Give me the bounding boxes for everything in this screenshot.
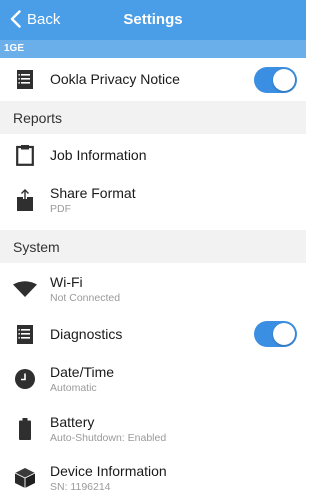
diagnostics-toggle[interactable] (254, 321, 297, 347)
privacy-notice-row[interactable]: Ookla Privacy Notice (0, 58, 306, 101)
toggle-knob (273, 323, 295, 345)
date-time-value: Automatic (50, 381, 97, 394)
device-information-row[interactable]: Device Information SN: 1196214 (0, 453, 306, 497)
device-subbar: 1GE (0, 40, 306, 58)
clipboard-icon (0, 144, 50, 166)
back-label: Back (27, 10, 61, 28)
document-icon (0, 324, 50, 344)
date-time-row[interactable]: Date/Time Automatic (0, 353, 306, 405)
job-information-label: Job Information (50, 146, 147, 163)
wifi-label: Wi-Fi (50, 273, 83, 290)
share-icon (0, 189, 50, 211)
cube-icon (0, 467, 50, 489)
battery-icon (0, 418, 50, 440)
date-time-label: Date/Time (50, 363, 115, 380)
battery-label: Battery (50, 413, 95, 430)
wifi-icon (0, 281, 50, 297)
chevron-left-icon (10, 10, 21, 28)
battery-row[interactable]: Battery Auto-Shutdown: Enabled (0, 405, 306, 453)
privacy-notice-toggle[interactable] (254, 66, 297, 93)
device-serial-number: SN: 1196214 (50, 480, 111, 493)
navigation-bar: Back Settings (0, 0, 306, 40)
share-format-row[interactable]: Share Format PDF (0, 176, 306, 224)
job-information-row[interactable]: Job Information (0, 134, 306, 176)
section-header-reports: Reports (0, 101, 306, 134)
wifi-row[interactable]: Wi-Fi Not Connected (0, 263, 306, 315)
back-button[interactable]: Back (10, 10, 60, 28)
wifi-status: Not Connected (50, 291, 121, 304)
document-icon (0, 70, 50, 89)
share-format-value: PDF (50, 202, 71, 215)
diagnostics-row[interactable]: Diagnostics (0, 315, 306, 353)
share-format-label: Share Format (50, 184, 136, 201)
clock-icon (0, 369, 50, 389)
section-header-system: System (0, 230, 306, 263)
toggle-knob (273, 68, 295, 91)
battery-status: Auto-Shutdown: Enabled (50, 431, 167, 444)
device-information-label: Device Information (50, 462, 167, 479)
